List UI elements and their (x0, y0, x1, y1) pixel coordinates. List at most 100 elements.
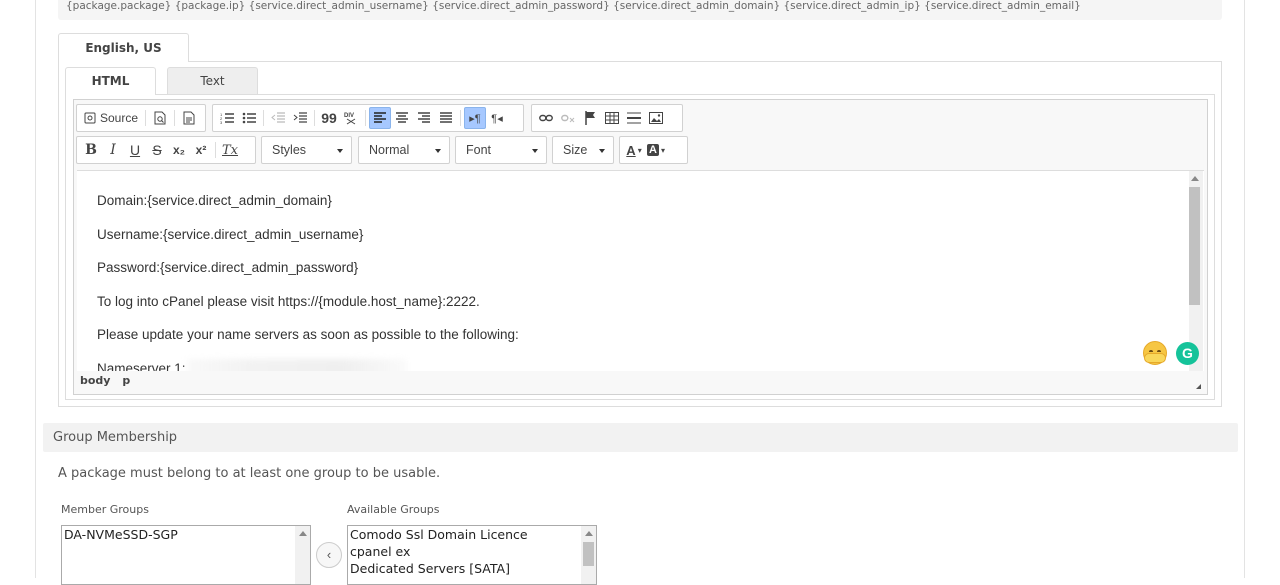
list-item[interactable]: cpanel ex (348, 543, 596, 560)
scroll-up-arrow-icon[interactable] (1191, 176, 1199, 181)
chevron-down-icon: ▾ (660, 145, 665, 155)
tab-language-english-us[interactable]: English, US (58, 33, 189, 62)
text-color-button[interactable]: A ▾ (623, 139, 645, 161)
path-item-p[interactable]: p (122, 374, 130, 387)
document-icon (183, 111, 195, 125)
underline-button[interactable]: U (124, 139, 146, 161)
list-item[interactable]: DA-NVMeSSD-SGP (62, 526, 310, 543)
templates-button[interactable] (178, 107, 200, 129)
align-justify-icon (440, 112, 452, 123)
table-button[interactable] (601, 107, 623, 129)
content-line-password: Password:{service.direct_admin_password} (97, 260, 359, 275)
element-path-bar: body p (74, 371, 1207, 394)
toolbar-group-colors: A ▾ A ▾ (619, 136, 688, 164)
size-dropdown[interactable]: Size (552, 136, 614, 164)
italic-button[interactable]: I (102, 139, 124, 161)
strikethrough-button[interactable]: S (146, 139, 168, 161)
group-membership-help: A package must belong to at least one gr… (58, 466, 441, 481)
text-direction-ltr-button[interactable]: ▸¶ (464, 107, 486, 129)
image-button[interactable] (645, 107, 667, 129)
outdent-icon (271, 112, 285, 123)
blockquote-button[interactable]: 99 (318, 107, 340, 129)
align-right-button[interactable] (413, 107, 435, 129)
font-dropdown-value: Font (466, 143, 492, 157)
format-dropdown[interactable]: Normal (358, 136, 450, 164)
create-div-button[interactable]: DIV (340, 107, 362, 129)
bold-button[interactable]: B (80, 139, 102, 161)
indent-button[interactable] (289, 107, 311, 129)
table-icon (605, 112, 619, 124)
toolbar-separator (314, 110, 315, 126)
path-item-body[interactable]: body (80, 374, 110, 387)
merge-tags-list: {package.package} {package.ip} {service.… (58, 0, 1222, 20)
scroll-up-arrow-icon[interactable] (299, 531, 307, 536)
anchor-button[interactable] (579, 107, 601, 129)
chevron-down-icon (599, 149, 605, 153)
styles-dropdown[interactable]: Styles (261, 136, 352, 164)
numbered-list-button[interactable]: 123 (216, 107, 238, 129)
scroll-up-arrow-icon[interactable] (585, 531, 593, 536)
toolbar-separator (263, 110, 264, 126)
link-button[interactable] (535, 107, 557, 129)
chevron-down-icon (532, 149, 538, 153)
superscript-button[interactable]: x² (190, 139, 212, 161)
align-left-button[interactable] (369, 107, 391, 129)
content-line-nameservers-intro: Please update your name servers as soon … (97, 327, 519, 342)
content-line-username: Username:{service.direct_admin_username} (97, 227, 364, 242)
align-justify-button[interactable] (435, 107, 457, 129)
toolbar-separator (365, 110, 366, 126)
outdent-button[interactable] (267, 107, 289, 129)
move-to-member-groups-button[interactable]: ‹ (316, 542, 342, 568)
toolbar-separator (174, 110, 176, 126)
member-groups-scrollbar[interactable] (295, 526, 310, 584)
align-center-icon (396, 112, 408, 123)
text-color-icon: A (626, 142, 636, 158)
content-scrollbar[interactable] (1189, 171, 1203, 371)
tab-text[interactable]: Text (167, 67, 258, 94)
redacted-region (187, 359, 407, 371)
svg-text:DIV: DIV (344, 113, 354, 119)
scrollbar-thumb[interactable] (583, 542, 594, 566)
toolbar-separator (145, 110, 147, 126)
subscript-button[interactable]: x₂ (168, 139, 190, 161)
editor-content-area[interactable]: Domain:{service.direct_admin_domain} Use… (77, 170, 1204, 371)
link-icon (539, 114, 553, 122)
preview-icon (154, 111, 166, 125)
available-groups-label: Available Groups (347, 503, 440, 516)
scrollbar-thumb[interactable] (1189, 187, 1200, 305)
text-direction-rtl-button[interactable]: ¶◂ (486, 107, 508, 129)
content-line-nameserver-1: Nameserver 1: (97, 361, 186, 371)
remove-format-button[interactable]: Tx (219, 139, 241, 161)
available-groups-scrollbar[interactable] (581, 526, 596, 584)
member-groups-list[interactable]: DA-NVMeSSD-SGP (61, 525, 311, 585)
list-item[interactable]: Comodo Ssl Domain Licence (348, 526, 596, 543)
source-button[interactable]: Source (80, 107, 142, 129)
tab-html[interactable]: HTML (65, 67, 156, 95)
align-right-icon (418, 112, 430, 123)
background-color-button[interactable]: A ▾ (645, 139, 667, 161)
section-title-group-membership: Group Membership (43, 423, 1238, 452)
bulleted-list-button[interactable] (238, 107, 260, 129)
horizontal-rule-icon (627, 112, 641, 124)
flag-icon (585, 111, 595, 125)
unlink-icon (561, 114, 575, 123)
toolbar-separator (215, 142, 216, 158)
align-center-button[interactable] (391, 107, 413, 129)
create-div-icon: DIV (344, 113, 356, 125)
preview-button[interactable] (149, 107, 171, 129)
toolbar-separator (460, 110, 461, 126)
list-item[interactable]: Dedicated Servers [SATA] (348, 560, 596, 577)
grammarly-icon[interactable]: G (1176, 342, 1199, 365)
size-dropdown-value: Size (563, 143, 588, 157)
indent-icon (293, 112, 307, 123)
content-line-login-url: To log into cPanel please visit https://… (97, 294, 480, 309)
numbered-list-icon: 123 (220, 112, 234, 124)
toolbar-group-document: Source (76, 104, 206, 132)
toolbar-group-insert (531, 104, 683, 132)
font-dropdown[interactable]: Font (455, 136, 547, 164)
horizontal-rule-button[interactable] (623, 107, 645, 129)
available-groups-list[interactable]: Comodo Ssl Domain Licence cpanel ex Dedi… (347, 525, 597, 585)
resize-handle-icon[interactable] (1196, 384, 1201, 389)
unlink-button[interactable] (557, 107, 579, 129)
chevron-down-icon (435, 149, 441, 153)
